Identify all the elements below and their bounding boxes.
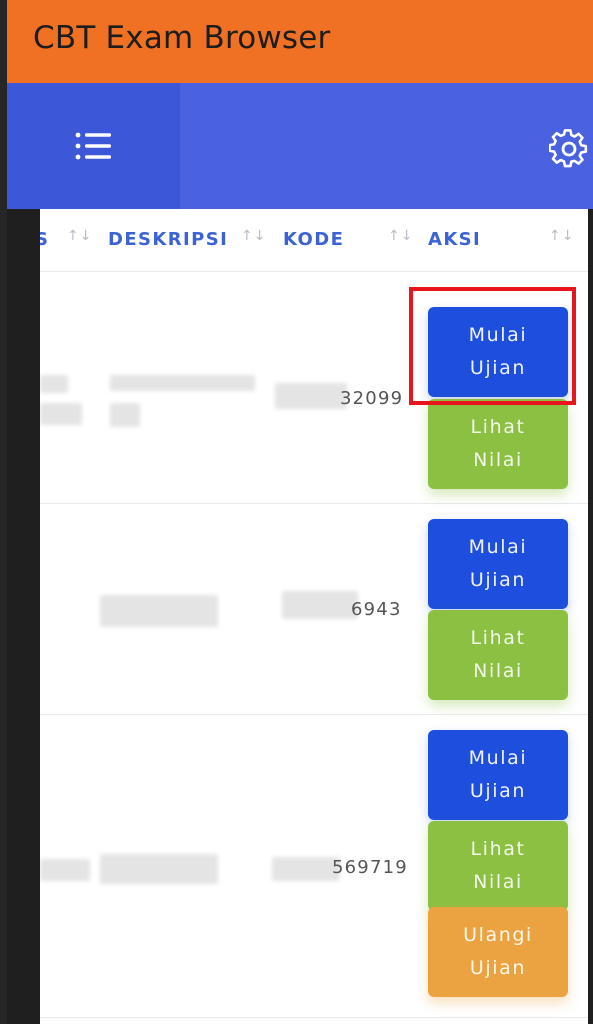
redacted-text bbox=[110, 403, 140, 427]
redacted-text bbox=[100, 854, 218, 884]
kode-value: 32099 bbox=[340, 388, 404, 409]
table-row: 32099 Mulai Ujian Lihat Nilai bbox=[40, 271, 588, 504]
sort-icon[interactable]: ↑↓ bbox=[67, 228, 92, 244]
window-edge bbox=[0, 0, 7, 1024]
mulai-ujian-button[interactable]: Mulai Ujian bbox=[428, 307, 568, 397]
redacted-text bbox=[40, 859, 90, 881]
mulai-ujian-button[interactable]: Mulai Ujian bbox=[428, 730, 568, 820]
kode-value: 569719 bbox=[332, 857, 408, 878]
redacted-text bbox=[110, 375, 255, 391]
table-row: 6943 Mulai Ujian Lihat Nilai bbox=[40, 503, 588, 715]
redacted-text bbox=[100, 595, 218, 627]
content-area: S ↑↓ DESKRIPSI ↑↓ KODE ↑↓ AKSI ↑↓ 32099 … bbox=[7, 209, 593, 1024]
table-header: S ↑↓ DESKRIPSI ↑↓ KODE ↑↓ AKSI ↑↓ bbox=[40, 209, 588, 272]
column-header-aksi[interactable]: AKSI bbox=[428, 229, 481, 250]
app-title: CBT Exam Browser bbox=[33, 19, 331, 56]
redacted-text bbox=[40, 403, 82, 425]
menu-toggle-button[interactable] bbox=[7, 83, 180, 209]
redacted-text bbox=[282, 591, 358, 619]
redacted-text bbox=[40, 375, 68, 393]
mulai-ujian-button[interactable]: Mulai Ujian bbox=[428, 519, 568, 609]
exam-table: S ↑↓ DESKRIPSI ↑↓ KODE ↑↓ AKSI ↑↓ 32099 … bbox=[40, 209, 588, 1024]
sort-icon[interactable]: ↑↓ bbox=[388, 228, 413, 244]
column-header-status[interactable]: S bbox=[40, 229, 49, 250]
redacted-text bbox=[275, 383, 347, 409]
redacted-text bbox=[272, 857, 340, 881]
sort-icon[interactable]: ↑↓ bbox=[241, 228, 266, 244]
gear-icon[interactable] bbox=[549, 129, 589, 169]
table-row: 569719 Mulai Ujian Lihat Nilai Ulangi Ujian bbox=[40, 714, 588, 1018]
kode-value: 6943 bbox=[351, 599, 402, 620]
list-menu-icon bbox=[75, 132, 111, 160]
column-header-kode[interactable]: KODE bbox=[283, 229, 344, 250]
ulangi-ujian-button[interactable]: Ulangi Ujian bbox=[428, 907, 568, 997]
lihat-nilai-button[interactable]: Lihat Nilai bbox=[428, 610, 568, 700]
column-header-deskripsi[interactable]: DESKRIPSI bbox=[108, 229, 228, 250]
sort-icon[interactable]: ↑↓ bbox=[549, 228, 574, 244]
app-titlebar: CBT Exam Browser bbox=[7, 0, 593, 83]
top-navbar bbox=[7, 83, 593, 209]
lihat-nilai-button[interactable]: Lihat Nilai bbox=[428, 399, 568, 489]
lihat-nilai-button[interactable]: Lihat Nilai bbox=[428, 821, 568, 911]
